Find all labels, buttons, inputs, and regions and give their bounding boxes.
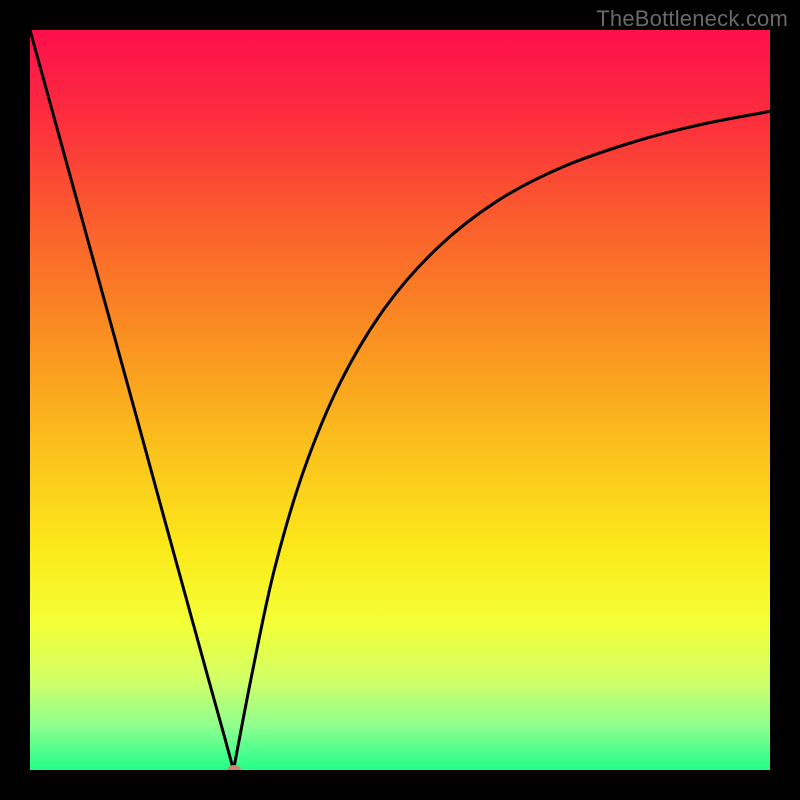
curve-layer [30, 30, 770, 770]
plot-area [30, 30, 770, 770]
chart-frame: TheBottleneck.com [0, 0, 800, 800]
curve-left-branch [30, 30, 234, 770]
curve-right-branch [234, 111, 771, 770]
watermark-text: TheBottleneck.com [596, 6, 788, 32]
minimum-marker [227, 765, 241, 770]
